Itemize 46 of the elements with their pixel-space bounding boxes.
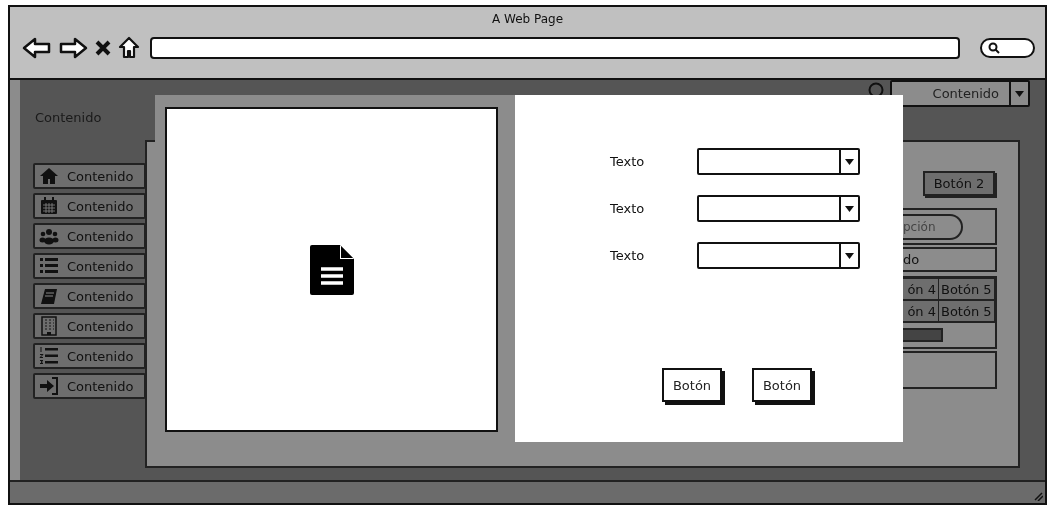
people-icon (39, 226, 59, 246)
search-icon (988, 42, 1000, 54)
numbered-list-icon (39, 346, 59, 366)
document-icon (309, 244, 354, 295)
sidebar-item[interactable]: Contenido (33, 163, 146, 189)
sidebar-item[interactable]: Contenido (33, 193, 146, 219)
window-title: A Web Page (491, 11, 564, 26)
list-icon (39, 256, 59, 276)
dropdown[interactable] (697, 148, 860, 175)
caret-icon (845, 205, 854, 212)
field-label: Texto (610, 154, 646, 169)
caret-icon (845, 158, 854, 165)
table-button[interactable]: ón 4 (903, 278, 939, 300)
sidebar-item[interactable]: Contenido (33, 373, 146, 399)
caret-icon (1015, 90, 1024, 97)
dropdown[interactable]: Contenido (890, 80, 1030, 107)
dropdown[interactable] (697, 242, 860, 269)
table-button[interactable]: Botón 5 (939, 300, 995, 322)
field-label: Texto (610, 248, 646, 263)
button[interactable]: Botón 2 (923, 171, 995, 196)
calendar-icon (39, 196, 59, 216)
book-icon (39, 286, 59, 306)
forward-icon[interactable] (58, 37, 88, 59)
home-icon (39, 166, 59, 186)
sidebar-item[interactable]: Contenido (33, 283, 146, 309)
table-button[interactable]: ón 4 (903, 300, 939, 322)
search-field[interactable] (980, 38, 1035, 58)
dialog-button[interactable]: Botón (752, 368, 812, 402)
back-icon[interactable] (22, 37, 52, 59)
sidebar-item[interactable]: Contenido (33, 343, 146, 369)
close-icon[interactable] (94, 39, 112, 57)
table-button[interactable]: Botón 5 (939, 278, 995, 300)
building-icon (39, 316, 59, 336)
address-field[interactable] (150, 37, 960, 59)
sidebar-item[interactable]: Contenido (33, 253, 146, 279)
field-label: Texto (610, 201, 646, 216)
sign-in-icon (39, 376, 59, 396)
circle-icon (868, 82, 884, 98)
sidebar-item[interactable]: Contenido (33, 313, 146, 339)
resize-grip-icon[interactable] (1033, 491, 1043, 501)
dialog-button[interactable]: Botón (662, 368, 722, 402)
sidebar-item[interactable]: Contenido (33, 223, 146, 249)
home-icon[interactable] (118, 36, 140, 60)
dropdown[interactable] (697, 195, 860, 222)
caret-icon (845, 252, 854, 259)
page-heading: Contenido (35, 110, 103, 126)
